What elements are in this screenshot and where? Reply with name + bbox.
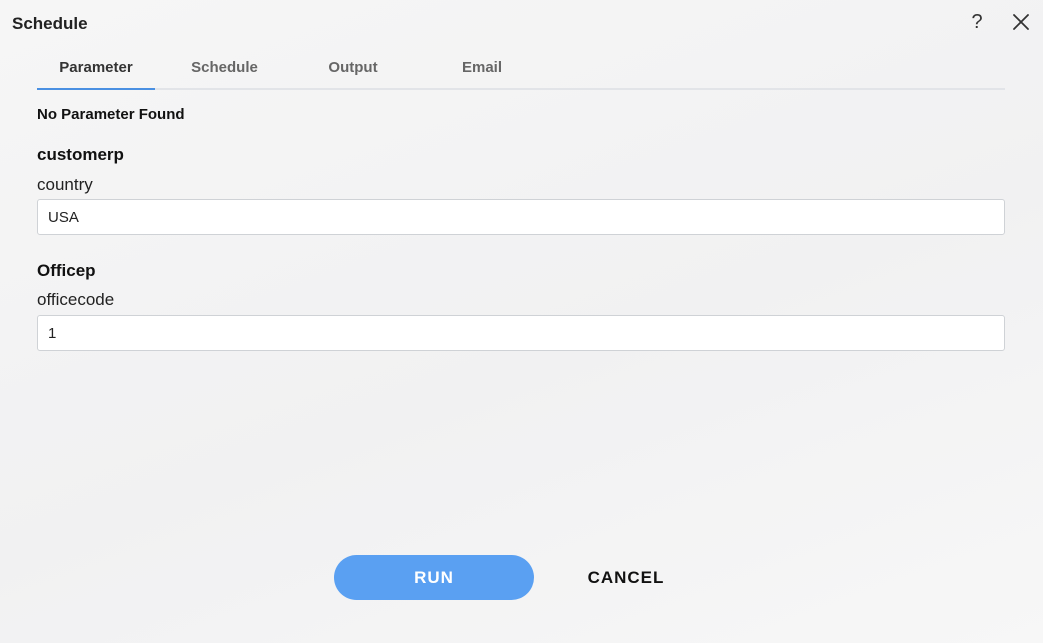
dialog-title: Schedule (12, 14, 88, 33)
close-icon-svg (1013, 14, 1029, 30)
group-title-officep: Officep (37, 261, 96, 280)
run-button[interactable]: RUN (334, 555, 534, 600)
group-title-customerp: customerp (37, 145, 124, 164)
no-parameter-message: No Parameter Found (37, 106, 185, 123)
tab-email[interactable]: Email (442, 52, 522, 88)
field-label-officecode: officecode (37, 290, 115, 309)
tab-schedule[interactable]: Schedule (172, 52, 277, 88)
officecode-input[interactable] (37, 315, 1005, 351)
close-icon[interactable] (1010, 11, 1032, 33)
field-label-country: country (37, 175, 93, 194)
cancel-button[interactable]: CANCEL (566, 555, 686, 600)
help-icon[interactable]: ? (966, 10, 988, 34)
tab-bar: Parameter Schedule Output Email (37, 52, 1005, 90)
country-input[interactable] (37, 199, 1005, 235)
tab-output[interactable]: Output (307, 52, 399, 88)
tab-parameter[interactable]: Parameter (37, 52, 155, 90)
schedule-dialog: Schedule ? Parameter Schedule Output Ema… (0, 0, 1043, 643)
